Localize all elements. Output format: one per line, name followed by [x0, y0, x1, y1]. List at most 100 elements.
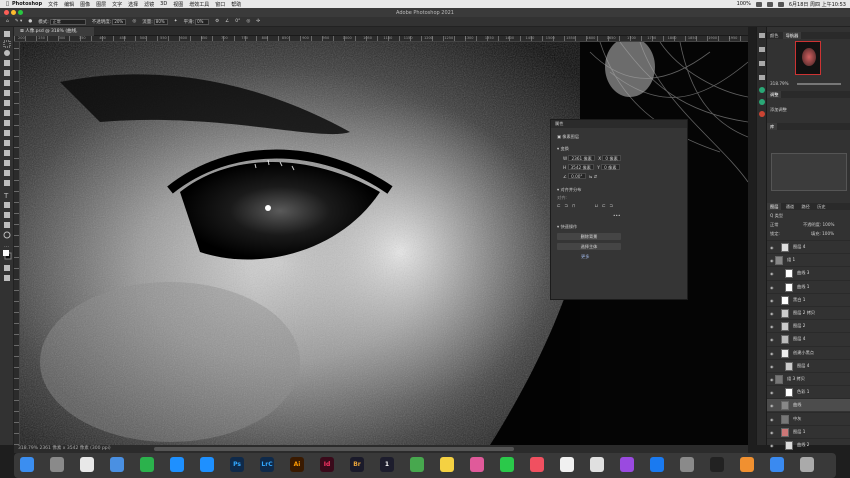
- layer-name[interactable]: 黑白 1: [793, 297, 805, 303]
- dock-downloads-icon[interactable]: [770, 457, 784, 472]
- gradient-panel-icon[interactable]: [759, 61, 765, 66]
- visibility-eye-icon[interactable]: ◉: [770, 403, 774, 408]
- visibility-eye-icon[interactable]: ◉: [770, 285, 774, 290]
- layer-thumbnail[interactable]: [781, 322, 789, 332]
- dock-mail-icon[interactable]: [110, 457, 124, 472]
- layer-thumbnail[interactable]: [781, 414, 789, 424]
- clone-stamp-tool-icon[interactable]: [4, 120, 10, 126]
- plugin-icon[interactable]: [759, 99, 765, 105]
- dock-ai-icon[interactable]: Ai: [290, 457, 304, 472]
- height-input[interactable]: 3542 像素: [567, 164, 594, 170]
- zoom-slider[interactable]: [797, 83, 841, 85]
- dock-br-icon[interactable]: Br: [350, 457, 364, 472]
- apple-icon[interactable]: : [6, 1, 9, 7]
- layer-row[interactable]: ◉ 色彩 1: [767, 385, 850, 398]
- library-preview[interactable]: [771, 153, 847, 191]
- tab-adjustments[interactable]: 调整: [767, 91, 782, 98]
- blur-tool-icon[interactable]: [4, 160, 10, 166]
- more-options-icon[interactable]: •••: [613, 213, 620, 218]
- layer-name[interactable]: 图层 4: [793, 336, 805, 342]
- angle-input[interactable]: 0.00°: [568, 173, 586, 179]
- dock-podcasts-icon[interactable]: [620, 457, 634, 472]
- move-tool-icon[interactable]: [4, 31, 10, 37]
- layer-row[interactable]: ◉ 曲线 1: [767, 279, 850, 293]
- align-bottom-icon[interactable]: ⊐: [609, 203, 617, 208]
- document-tab[interactable]: ⊠ 人像.psd @ 318% (曲线, RGB/16) *: [14, 27, 94, 43]
- layer-thumbnail[interactable]: [785, 388, 793, 398]
- dock-messages-icon[interactable]: [500, 457, 514, 472]
- plugin-icon[interactable]: [759, 111, 765, 117]
- layer-thumbnail[interactable]: [781, 348, 789, 358]
- menu-app-name[interactable]: Photoshop: [12, 1, 42, 7]
- more-tools-icon[interactable]: …: [4, 243, 9, 249]
- layer-row[interactable]: ◉ 中灰: [767, 411, 850, 425]
- smooth-input[interactable]: 0%: [195, 18, 210, 25]
- lasso-tool-icon[interactable]: [4, 50, 10, 56]
- layer-row[interactable]: ◉ 黑白 1: [767, 292, 850, 306]
- layer-name[interactable]: 曲线: [793, 402, 801, 408]
- frame-tool-icon[interactable]: [4, 80, 10, 86]
- visibility-eye-icon[interactable]: ◉: [770, 245, 774, 250]
- minimize-window-button[interactable]: [11, 10, 16, 15]
- layer-row[interactable]: ◉ 曲线 2: [767, 438, 850, 451]
- visibility-eye-icon[interactable]: ◉: [770, 311, 774, 316]
- layer-name[interactable]: 曲线 2: [797, 442, 809, 448]
- quick-actions-header[interactable]: ▾ 快速操作: [557, 224, 577, 230]
- dock-music-icon[interactable]: [530, 457, 544, 472]
- layer-row[interactable]: ◉ 组 3 拷贝: [767, 372, 850, 385]
- layer-kind-filter[interactable]: Q 类型: [770, 213, 783, 219]
- color-panel-icon[interactable]: [759, 33, 765, 38]
- layer-thumbnail[interactable]: [785, 361, 793, 371]
- angle-value[interactable]: 0°: [235, 19, 240, 24]
- tab-channels[interactable]: 通道: [783, 203, 797, 210]
- dock-app-store-icon[interactable]: [650, 457, 664, 472]
- dock-maps-icon[interactable]: [410, 457, 424, 472]
- layer-thumbnail[interactable]: [775, 256, 783, 266]
- dock-launchpad-icon[interactable]: [50, 457, 64, 472]
- swatches-panel-icon[interactable]: [759, 47, 765, 52]
- menu-help[interactable]: 帮助: [231, 1, 241, 8]
- opacity-input[interactable]: 20%: [112, 18, 127, 25]
- navigator-thumbnail[interactable]: [795, 41, 821, 75]
- dock-photos-icon[interactable]: [470, 457, 484, 472]
- layer-row[interactable]: ◉ 图层 4: [767, 332, 850, 345]
- dock-1-icon[interactable]: 1: [380, 457, 394, 472]
- layer-thumbnail[interactable]: [775, 375, 783, 384]
- quick-select-tool-icon[interactable]: [4, 60, 10, 66]
- visibility-eye-icon[interactable]: ◉: [770, 390, 774, 395]
- menu-select[interactable]: 选择: [128, 1, 138, 8]
- layer-fill-input[interactable]: 100%: [822, 231, 834, 236]
- menu-layer[interactable]: 图层: [96, 1, 106, 8]
- shape-tool-icon[interactable]: [4, 212, 10, 218]
- layer-row[interactable]: ◉ 组 1: [767, 253, 850, 266]
- layer-row[interactable]: ◉ 创建小黑点: [767, 345, 850, 359]
- dock-reminders-icon[interactable]: [590, 457, 604, 472]
- tab-layers[interactable]: 图层: [767, 203, 782, 210]
- align-left-icon[interactable]: ⊏: [557, 203, 565, 208]
- layer-name[interactable]: 中灰: [793, 416, 801, 422]
- zoom-value[interactable]: 318.79%: [770, 81, 789, 86]
- remove-background-button[interactable]: 删除背景: [557, 233, 621, 240]
- history-brush-tool-icon[interactable]: [4, 130, 10, 136]
- wifi-icon[interactable]: [755, 1, 762, 7]
- visibility-eye-icon[interactable]: ◉: [770, 417, 774, 422]
- flow-input[interactable]: 80%: [153, 18, 168, 25]
- layer-row[interactable]: ◉ 图层 4: [767, 358, 850, 372]
- layer-row[interactable]: ◉ 图层 4: [767, 240, 850, 253]
- menu-image[interactable]: 图像: [80, 1, 90, 8]
- transform-section-header[interactable]: ▾ 变换: [557, 146, 569, 152]
- pressure-size-icon[interactable]: ◎: [246, 19, 250, 24]
- foreground-color-swatch[interactable]: [3, 250, 9, 256]
- visibility-eye-icon[interactable]: ◉: [770, 271, 774, 276]
- visibility-eye-icon[interactable]: ◉: [770, 364, 774, 369]
- menu-window[interactable]: 窗口: [215, 1, 225, 8]
- gear-icon[interactable]: ⚙: [215, 19, 219, 24]
- eraser-tool-icon[interactable]: [4, 140, 10, 146]
- close-window-button[interactable]: [4, 10, 9, 15]
- dock-ps-icon[interactable]: Ps: [230, 457, 244, 472]
- visibility-eye-icon[interactable]: ◉: [770, 351, 774, 356]
- align-top-icon[interactable]: ⊔: [595, 203, 602, 208]
- layer-name[interactable]: 色彩 1: [797, 389, 809, 395]
- layer-row[interactable]: ◉ 曲线 3: [767, 266, 850, 279]
- y-input[interactable]: 0 像素: [601, 164, 620, 170]
